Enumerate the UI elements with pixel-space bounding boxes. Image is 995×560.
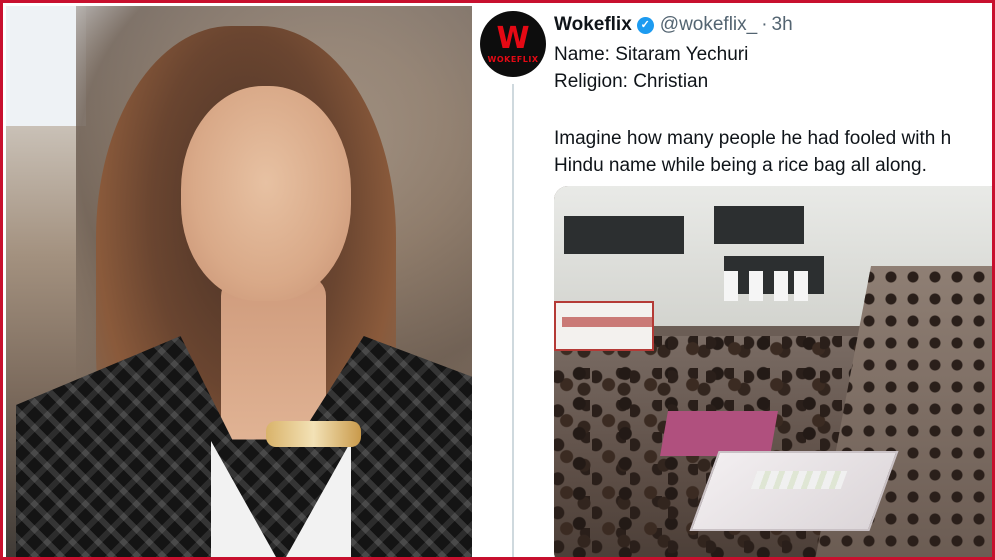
verified-badge-icon: ✓ (636, 16, 654, 34)
tweet-text-line-1: Name: Sitaram Yechuri (554, 44, 749, 65)
avatar-logo-letter: W (496, 21, 530, 56)
tweet-header: Wokeflix ✓ @wokeflix_ · 3h (554, 12, 793, 38)
face (181, 86, 351, 301)
flag (794, 271, 808, 301)
pink-table (660, 411, 778, 456)
banner (554, 301, 654, 351)
separator-dot: · (761, 14, 768, 35)
image-frame: W WOKEFLIX Wokeflix ✓ @wokeflix_ · 3h Na… (0, 0, 995, 560)
tweet-media-photo[interactable] (554, 186, 992, 557)
tweet-text-line-4: Hindu name while being a rice bag all al… (554, 155, 927, 176)
user-handle[interactable]: @wokeflix_ (660, 14, 757, 36)
tweet-timestamp[interactable]: 3h (772, 14, 793, 36)
avatar-logo-wordmark: WOKEFLIX (487, 55, 539, 64)
tweet-text-line-3: Imagine how many people he had fooled wi… (554, 128, 952, 149)
flowers (750, 471, 848, 489)
necklace-pendant (266, 421, 361, 447)
tweet-text-line-2: Religion: Christian (554, 71, 709, 92)
sky-area (6, 6, 86, 126)
profile-avatar[interactable]: W WOKEFLIX (480, 11, 546, 77)
portrait-photo (6, 6, 472, 557)
hall-window (564, 216, 684, 254)
flag (749, 271, 763, 301)
glass-casket (689, 451, 899, 531)
hall-window (714, 206, 804, 244)
display-name[interactable]: Wokeflix (554, 14, 632, 36)
flag (724, 271, 738, 301)
flag (774, 271, 788, 301)
tweet-card: W WOKEFLIX Wokeflix ✓ @wokeflix_ · 3h Na… (472, 6, 992, 557)
banner-lettering (562, 317, 652, 327)
thread-line (512, 84, 514, 557)
